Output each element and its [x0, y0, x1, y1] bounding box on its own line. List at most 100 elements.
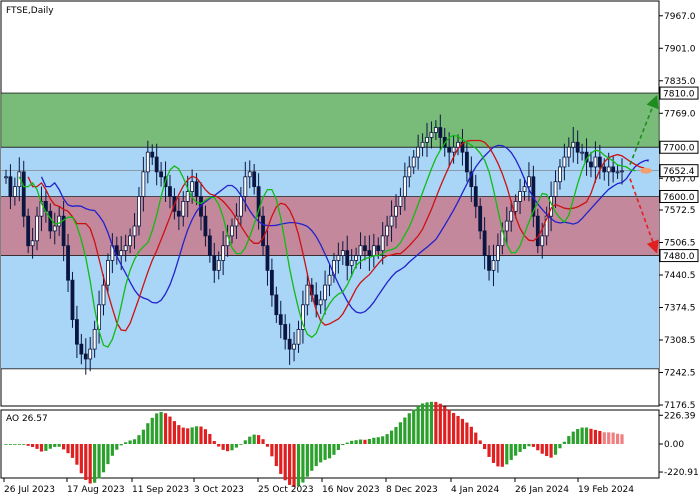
candle-body: [513, 201, 518, 212]
ao-bar: [212, 441, 216, 444]
candle-body: [527, 176, 531, 188]
ao-bar: [13, 444, 17, 445]
candle-body: [451, 146, 456, 153]
candle-body: [589, 161, 593, 168]
candle-body: [52, 225, 57, 232]
ao-bar: [252, 434, 256, 444]
ao-bar: [505, 444, 509, 465]
ao-bar: [234, 444, 239, 448]
candle-body: [150, 151, 155, 158]
ao-y-axis: 226.39 0.00 -220.91: [659, 411, 699, 478]
ao-y-tick-label: 0.00: [664, 440, 684, 450]
candle-body: [132, 225, 137, 237]
candle-body: [194, 181, 199, 197]
candle-body: [119, 250, 124, 256]
y-tick-label: 7506.5: [664, 239, 696, 249]
ao-bar: [531, 444, 535, 447]
candle-body: [518, 191, 522, 202]
price-label-text: 7810.0: [663, 90, 695, 100]
candle-body: [464, 151, 469, 173]
candle-body: [207, 235, 212, 256]
candle-body: [429, 132, 434, 138]
ao-bar: [66, 444, 70, 454]
candle-body: [35, 215, 39, 242]
ao-bar: [540, 444, 544, 454]
ao-bar: [496, 444, 500, 467]
price-label-text: 7652.4: [663, 167, 695, 177]
ao-bar: [26, 444, 30, 446]
candle-body: [57, 215, 62, 227]
ao-bar: [146, 423, 150, 444]
y-tick-label: 7901.0: [664, 44, 696, 54]
candle-body: [12, 186, 17, 197]
ao-bar: [172, 421, 177, 444]
ao-bar: [53, 444, 57, 447]
ao-bar: [403, 417, 407, 444]
ao-bar: [296, 444, 301, 486]
ao-bar: [310, 444, 314, 471]
ao-bar: [567, 436, 571, 444]
ao-bar: [225, 444, 230, 452]
candle-body: [402, 176, 407, 197]
ao-bar: [460, 418, 465, 444]
ao-bar: [332, 444, 336, 455]
ao-bar: [350, 440, 354, 444]
ao-bar: [514, 444, 518, 456]
ao-bar: [336, 444, 340, 450]
candle-body: [247, 171, 252, 178]
candle-body: [606, 166, 611, 173]
ao-bar: [434, 401, 438, 444]
x-axis: 26 Jul 2023 17 Aug 2023 11 Sep 2023 3 Oct 2…: [3, 478, 634, 495]
candle-body: [75, 319, 79, 345]
y-tick-label: 7769.0: [664, 109, 696, 119]
candle-body: [92, 329, 97, 350]
candle-body: [243, 176, 248, 197]
candle-body: [154, 156, 159, 173]
ao-bar: [443, 406, 447, 444]
candle-body: [79, 343, 84, 355]
ao-bar: [527, 444, 531, 447]
ao-bar: [163, 413, 168, 444]
ao-bar: [35, 444, 39, 449]
candle-body: [48, 210, 53, 232]
candle-body: [203, 215, 208, 237]
ao-bar: [128, 440, 132, 444]
ao-bar: [292, 444, 296, 487]
candle-body: [88, 348, 93, 360]
ao-bar: [288, 444, 292, 485]
ao-bar: [93, 444, 97, 483]
candle-body: [371, 245, 376, 256]
ao-bar: [615, 433, 620, 444]
candle-body: [261, 215, 265, 247]
ao-bar: [611, 432, 615, 444]
candle-body: [349, 260, 354, 266]
y-tick-label: 7835.0: [664, 77, 696, 87]
candle-body: [433, 127, 438, 133]
ao-bar: [101, 444, 106, 473]
candle-body: [318, 299, 323, 306]
candle-body: [345, 250, 350, 266]
ao-bar: [620, 434, 624, 444]
ao-bar: [88, 444, 92, 484]
candle-body: [274, 294, 279, 316]
ao-bar: [381, 436, 385, 444]
ao-bar: [62, 444, 66, 450]
candle-body: [380, 235, 385, 252]
candle-body: [358, 245, 363, 256]
ao-bar: [456, 415, 460, 444]
ao-bar: [124, 442, 128, 444]
ao-bar: [354, 440, 358, 444]
ao-bar: [319, 444, 323, 463]
ao-bar: [270, 444, 274, 457]
y-tick-label: 7572.5: [664, 206, 696, 216]
candle-body: [283, 324, 288, 340]
candle-body: [580, 151, 585, 154]
ao-bar: [314, 444, 318, 467]
ao-bar: [279, 444, 283, 474]
candle-body: [566, 146, 571, 158]
ao-bar: [217, 444, 221, 447]
ao-bar: [429, 401, 434, 444]
candle-body: [496, 245, 500, 261]
candle-body: [394, 205, 398, 217]
ao-bar: [372, 437, 376, 444]
